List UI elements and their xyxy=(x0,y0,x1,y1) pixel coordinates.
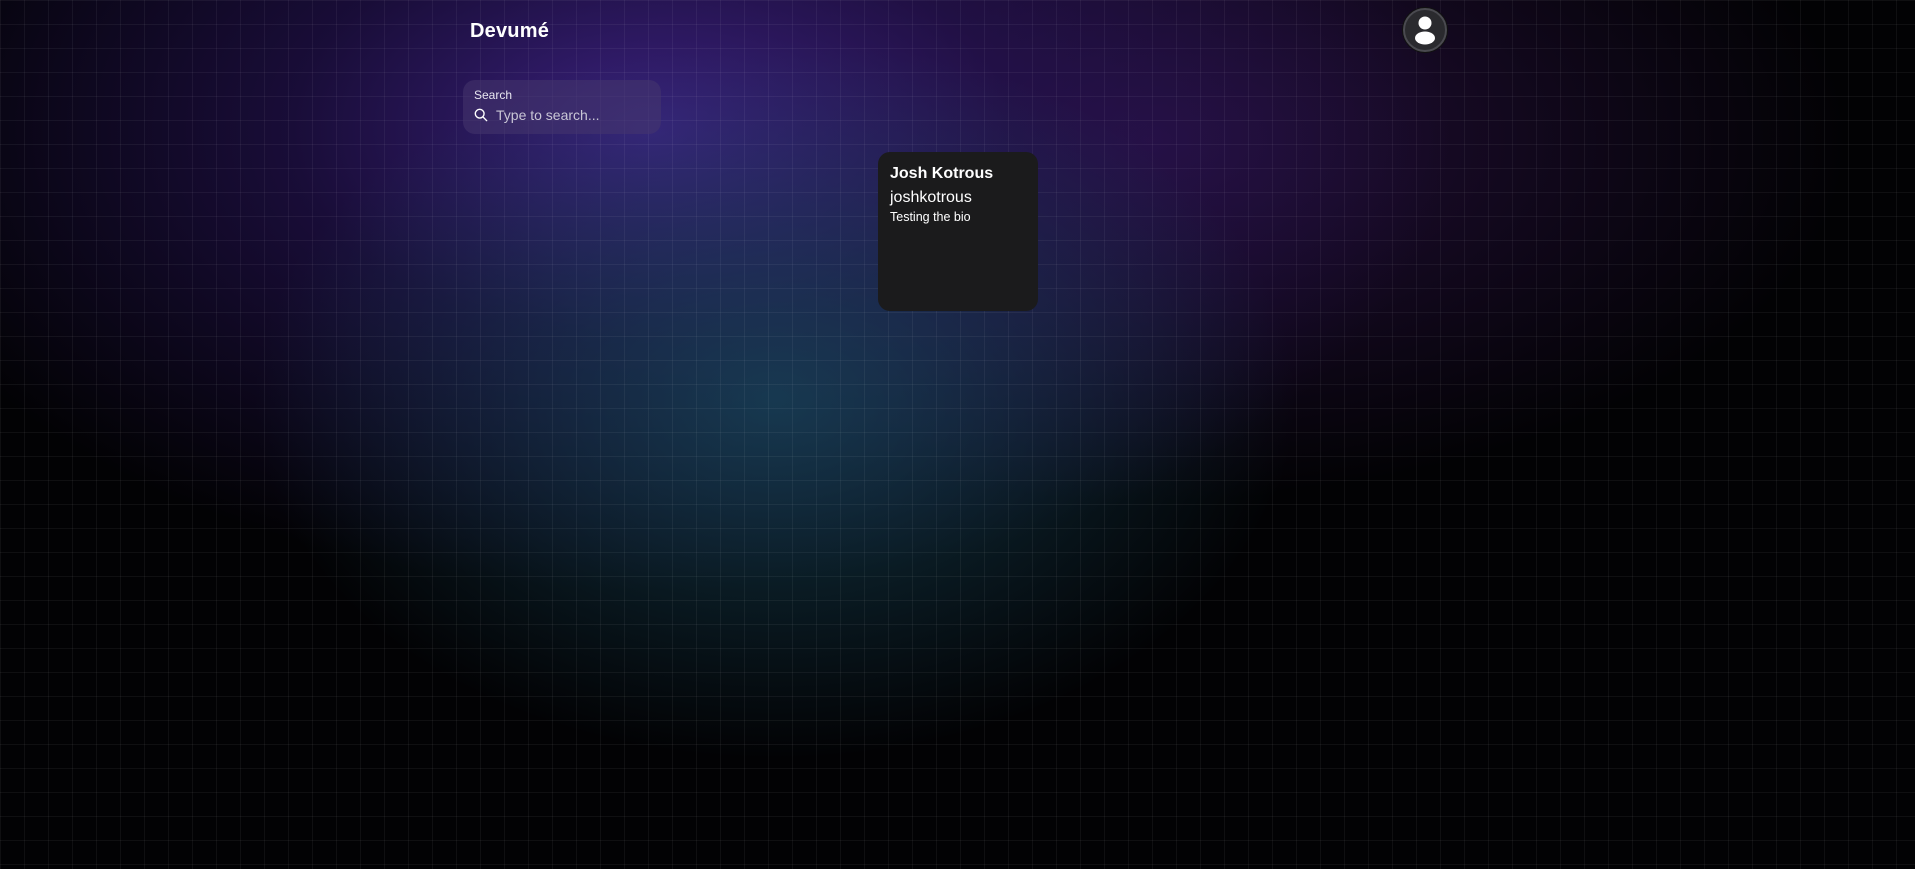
search-box[interactable]: Search xyxy=(463,80,661,134)
search-icon xyxy=(474,108,488,122)
profile-button[interactable] xyxy=(1403,8,1447,52)
search-label: Search xyxy=(474,88,513,102)
page: Devumé Search Josh Kotrous joshkotrous T… xyxy=(0,0,1915,869)
profile-username: joshkotrous xyxy=(890,189,972,206)
profile-card[interactable]: Josh Kotrous joshkotrous Testing the bio xyxy=(878,152,1038,311)
search-row xyxy=(474,107,650,123)
profile-name: Josh Kotrous xyxy=(890,165,994,182)
profile-bio: Testing the bio xyxy=(890,210,971,224)
search-input[interactable] xyxy=(496,107,646,123)
background-grid xyxy=(0,0,1915,869)
brand-logo[interactable]: Devumé xyxy=(470,20,549,43)
user-avatar-icon xyxy=(1415,16,1435,45)
